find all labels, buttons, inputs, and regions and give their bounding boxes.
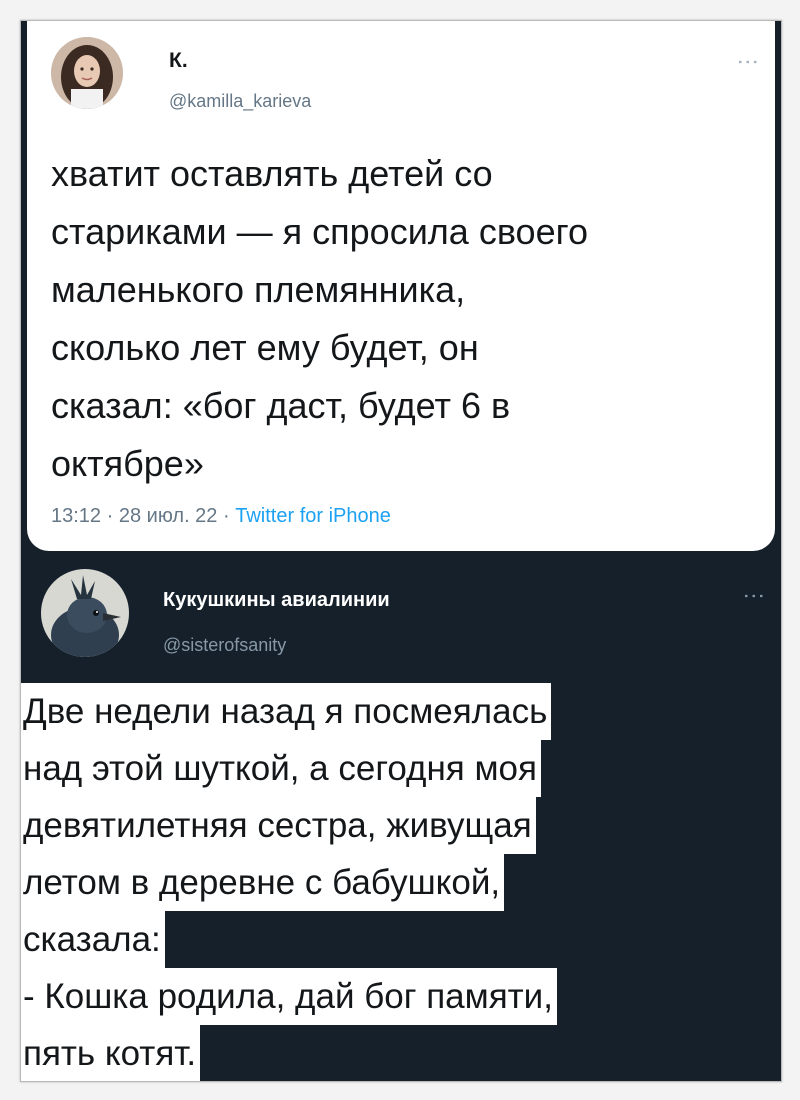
quoted-tweet-card[interactable]: К. @kamilla_karieva ⋮ хватит оставлять д… [27, 21, 775, 551]
tweet-date[interactable]: 28 июл. 22 [119, 505, 218, 527]
meta-separator: · [106, 505, 114, 527]
tweet-meta: 13:12 · 28 июл. 22 · Twitter for iPhone [51, 505, 391, 528]
more-options-icon[interactable]: ⋮ [742, 585, 767, 605]
reply-text-line: девятилетняя сестра, живущая [21, 797, 536, 854]
reply-text-line: летом в деревне с бабушкой, [21, 854, 505, 911]
reply-display-name[interactable]: Кукушкины авиалинии [163, 589, 390, 612]
display-name[interactable]: К. [169, 49, 188, 73]
reply-tweet-text: Две недели назад я посмеялась над этой ш… [21, 683, 771, 1081]
user-avatar[interactable] [51, 37, 123, 109]
reply-user-handle[interactable]: @sisterofsanity [163, 635, 286, 656]
reply-text-line: сказала: [21, 911, 165, 968]
more-options-icon[interactable]: ⋮ [736, 51, 761, 71]
reply-text-line: Две недели назад я посмеялась [21, 683, 552, 740]
reply-text-line: над этой шуткой, а сегодня моя [21, 740, 541, 797]
reply-text-line: пять котят. [21, 1025, 201, 1081]
user-handle[interactable]: @kamilla_karieva [169, 91, 311, 112]
tweet-text: хватит оставлять детей со стариками — я … [51, 153, 588, 484]
meta-separator: · [223, 505, 230, 527]
reply-text-line: - Кошка родила, дай бог памяти, [21, 968, 557, 1025]
tweet-time[interactable]: 13:12 [51, 505, 101, 527]
tweet-source-link[interactable]: Twitter for iPhone [235, 505, 391, 527]
reply-user-avatar[interactable] [41, 569, 129, 657]
screenshot-frame: К. @kamilla_karieva ⋮ хватит оставлять д… [20, 20, 782, 1082]
